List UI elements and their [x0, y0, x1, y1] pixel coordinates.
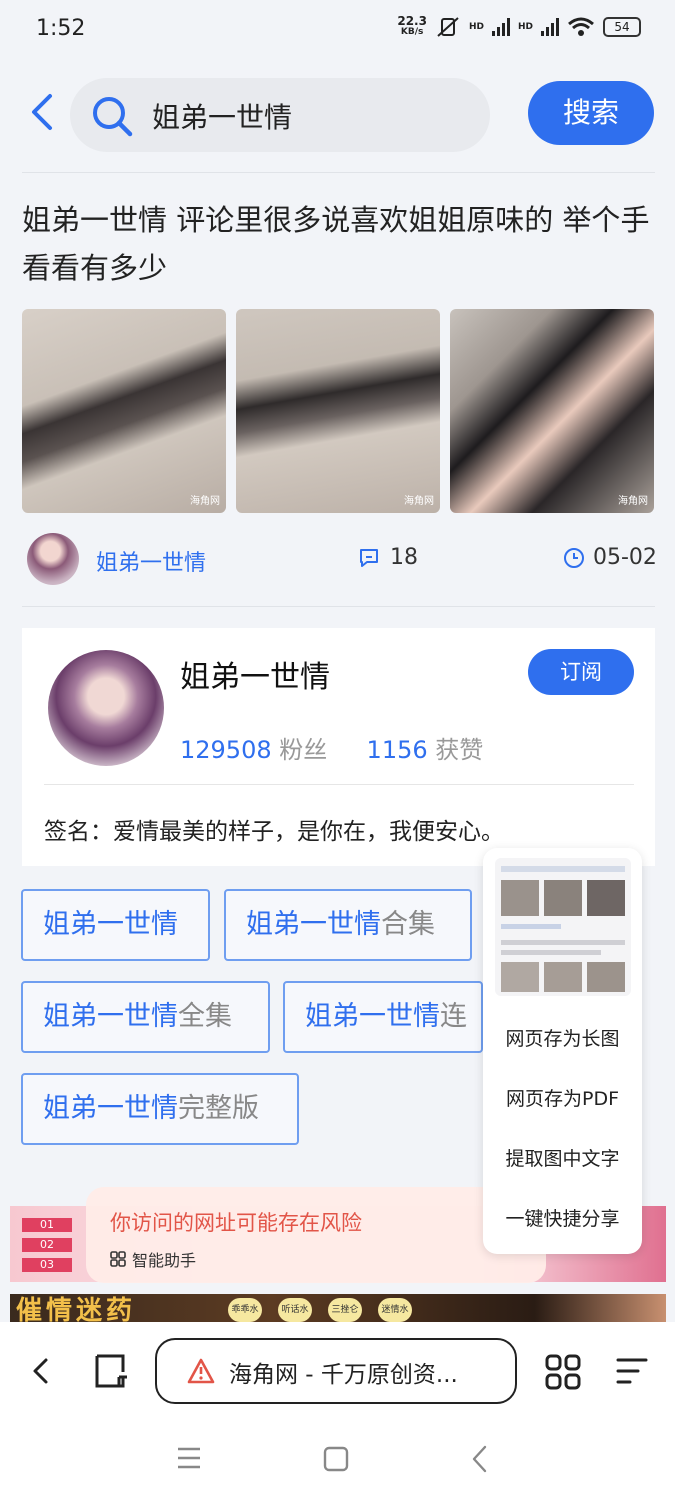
- author-avatar[interactable]: [27, 533, 79, 585]
- ad-pill: 迷情水: [378, 1298, 412, 1322]
- tabs-icon[interactable]: [91, 1352, 129, 1390]
- status-time: 1:52: [36, 16, 86, 41]
- vibrate-off-icon: [437, 17, 459, 37]
- related-tag[interactable]: 姐弟一世情全集: [21, 981, 270, 1053]
- author-name[interactable]: 姐弟一世情: [180, 652, 330, 696]
- author-signature: 签名：爱情最美的样子，是你在，我便安心。: [44, 819, 504, 845]
- system-nav-bar: [0, 1420, 675, 1500]
- battery-icon: 54: [603, 17, 641, 37]
- clock-icon: [564, 547, 584, 568]
- warning-message: 你访问的网址可能存在风险: [110, 1211, 362, 1235]
- address-bar[interactable]: 海角网 - 千万原创资...: [155, 1338, 517, 1404]
- author-stats: 129508 粉丝 1156 获赞: [180, 736, 484, 764]
- page-tools-menu: 网页存为长图 网页存为PDF 提取图中文字 一键快捷分享: [483, 848, 642, 1254]
- back-icon[interactable]: [470, 1444, 490, 1474]
- avatar[interactable]: [48, 650, 164, 766]
- article-thumbnail[interactable]: 海角网: [450, 309, 654, 513]
- divider: [44, 784, 634, 785]
- search-icon: [93, 97, 133, 137]
- related-tag[interactable]: 姐弟一世情: [21, 889, 210, 961]
- status-bar: 1:52 22.3 KB/s HD HD 54: [0, 0, 675, 60]
- related-tag[interactable]: 姐弟一世情连: [283, 981, 483, 1053]
- back-icon[interactable]: [28, 92, 56, 132]
- related-tag[interactable]: 姐弟一世情合集: [224, 889, 472, 961]
- signal-icon: [491, 18, 510, 36]
- menu-icon[interactable]: [614, 1356, 648, 1386]
- search-input[interactable]: 姐弟一世情: [70, 78, 490, 152]
- related-tag[interactable]: 姐弟一世情完整版: [21, 1073, 299, 1145]
- page-preview-thumbnail[interactable]: [495, 858, 631, 996]
- menu-item-quick-share[interactable]: 一键快捷分享: [483, 1204, 642, 1231]
- ad-banner[interactable]: 催情迷药 乖乖水 听话水 三挫仑 迷情水: [10, 1294, 666, 1324]
- risk-warning[interactable]: 你访问的网址可能存在风险 智能助手: [86, 1187, 546, 1283]
- article-thumbnail[interactable]: 海角网: [236, 309, 440, 513]
- assistant-label[interactable]: 智能助手: [110, 1247, 196, 1271]
- grid-icon: [110, 1251, 126, 1267]
- ad-pill: 乖乖水: [228, 1298, 262, 1322]
- signal-icon: [541, 18, 559, 36]
- home-icon[interactable]: [323, 1446, 349, 1472]
- recent-apps-icon[interactable]: [176, 1446, 202, 1470]
- wifi-icon: [568, 17, 594, 36]
- search-query: 姐弟一世情: [152, 101, 293, 134]
- menu-item-save-pdf[interactable]: 网页存为PDF: [483, 1084, 642, 1111]
- search-header: 姐弟一世情 搜索: [0, 60, 675, 170]
- menu-item-save-long-image[interactable]: 网页存为长图: [483, 1024, 642, 1051]
- author-card: 姐弟一世情 订阅 129508 粉丝 1156 获赞 签名：爱情最美的样子，是你…: [22, 628, 655, 866]
- comment-icon: [360, 548, 378, 567]
- warning-icon: [187, 1358, 215, 1384]
- article-title[interactable]: 姐弟一世情 评论里很多说喜欢姐姐原味的 举个手看看有多少: [22, 196, 652, 292]
- author-link[interactable]: 姐弟一世情: [96, 545, 206, 577]
- divider: [22, 172, 655, 173]
- browser-toolbar: 海角网 - 千万原创资...: [0, 1322, 675, 1420]
- apps-grid-icon[interactable]: [545, 1354, 581, 1390]
- article-thumbnail[interactable]: 海角网: [22, 309, 226, 513]
- comment-count[interactable]: 18: [358, 545, 418, 570]
- ad-pill: 听话水: [278, 1298, 312, 1322]
- status-icons: 22.3 KB/s HD HD 54: [397, 14, 641, 38]
- post-date: 05-02: [563, 545, 657, 570]
- search-button[interactable]: 搜索: [528, 81, 654, 145]
- ad-pill: 三挫仑: [328, 1298, 362, 1322]
- back-icon[interactable]: [30, 1356, 52, 1386]
- menu-item-extract-text[interactable]: 提取图中文字: [483, 1144, 642, 1171]
- divider: [22, 606, 655, 607]
- page-title: 海角网 - 千万原创资...: [229, 1362, 458, 1388]
- net-speed: 22.3 KB/s: [397, 14, 427, 37]
- subscribe-button[interactable]: 订阅: [528, 649, 634, 695]
